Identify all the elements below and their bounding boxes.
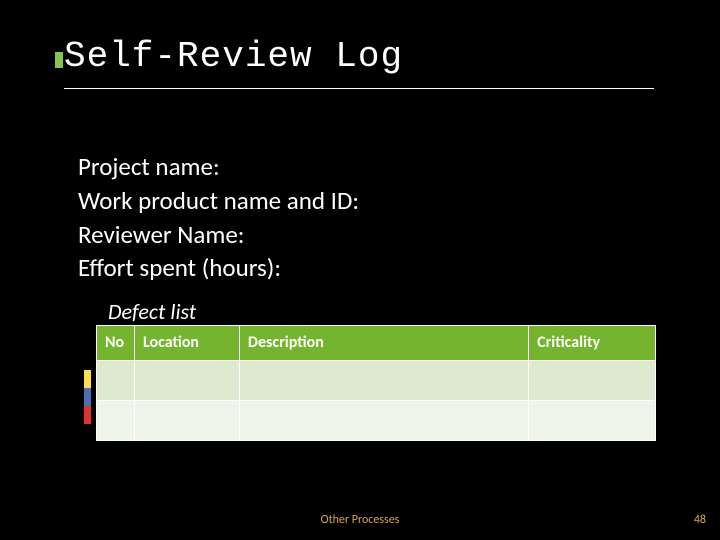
cell-location: [134, 361, 239, 401]
cell-criticality: [529, 401, 656, 441]
defect-table: No Location Description Criticality: [96, 325, 656, 441]
defect-list-heading: Defect list: [108, 298, 196, 325]
cell-description: [239, 401, 528, 441]
page-title: Self-Review Log: [64, 36, 403, 77]
table-header-row: No Location Description Criticality: [97, 326, 656, 361]
cell-description: [239, 361, 528, 401]
segment-yellow: [84, 370, 91, 388]
field-project-name: Project name:: [78, 150, 359, 184]
cell-no: [97, 361, 135, 401]
field-list: Project name: Work product name and ID: …: [78, 150, 359, 285]
table-row: [97, 361, 656, 401]
field-effort-spent: Effort spent (hours):: [78, 251, 359, 285]
title-accent-bar: [55, 52, 63, 68]
segment-red: [84, 406, 91, 424]
segment-blue: [84, 388, 91, 406]
cell-no: [97, 401, 135, 441]
col-header-no: No: [97, 326, 135, 361]
col-header-location: Location: [134, 326, 239, 361]
cell-location: [134, 401, 239, 441]
title-underline: [64, 88, 654, 89]
slide: Self-Review Log Project name: Work produ…: [0, 0, 720, 540]
col-header-criticality: Criticality: [529, 326, 656, 361]
field-work-product: Work product name and ID:: [78, 184, 359, 218]
side-color-segments: [84, 370, 91, 424]
col-header-description: Description: [239, 326, 528, 361]
footer-page-number: 48: [694, 513, 706, 527]
cell-criticality: [529, 361, 656, 401]
footer-center-text: Other Processes: [0, 513, 720, 527]
field-reviewer-name: Reviewer Name:: [78, 218, 359, 252]
table-row: [97, 401, 656, 441]
